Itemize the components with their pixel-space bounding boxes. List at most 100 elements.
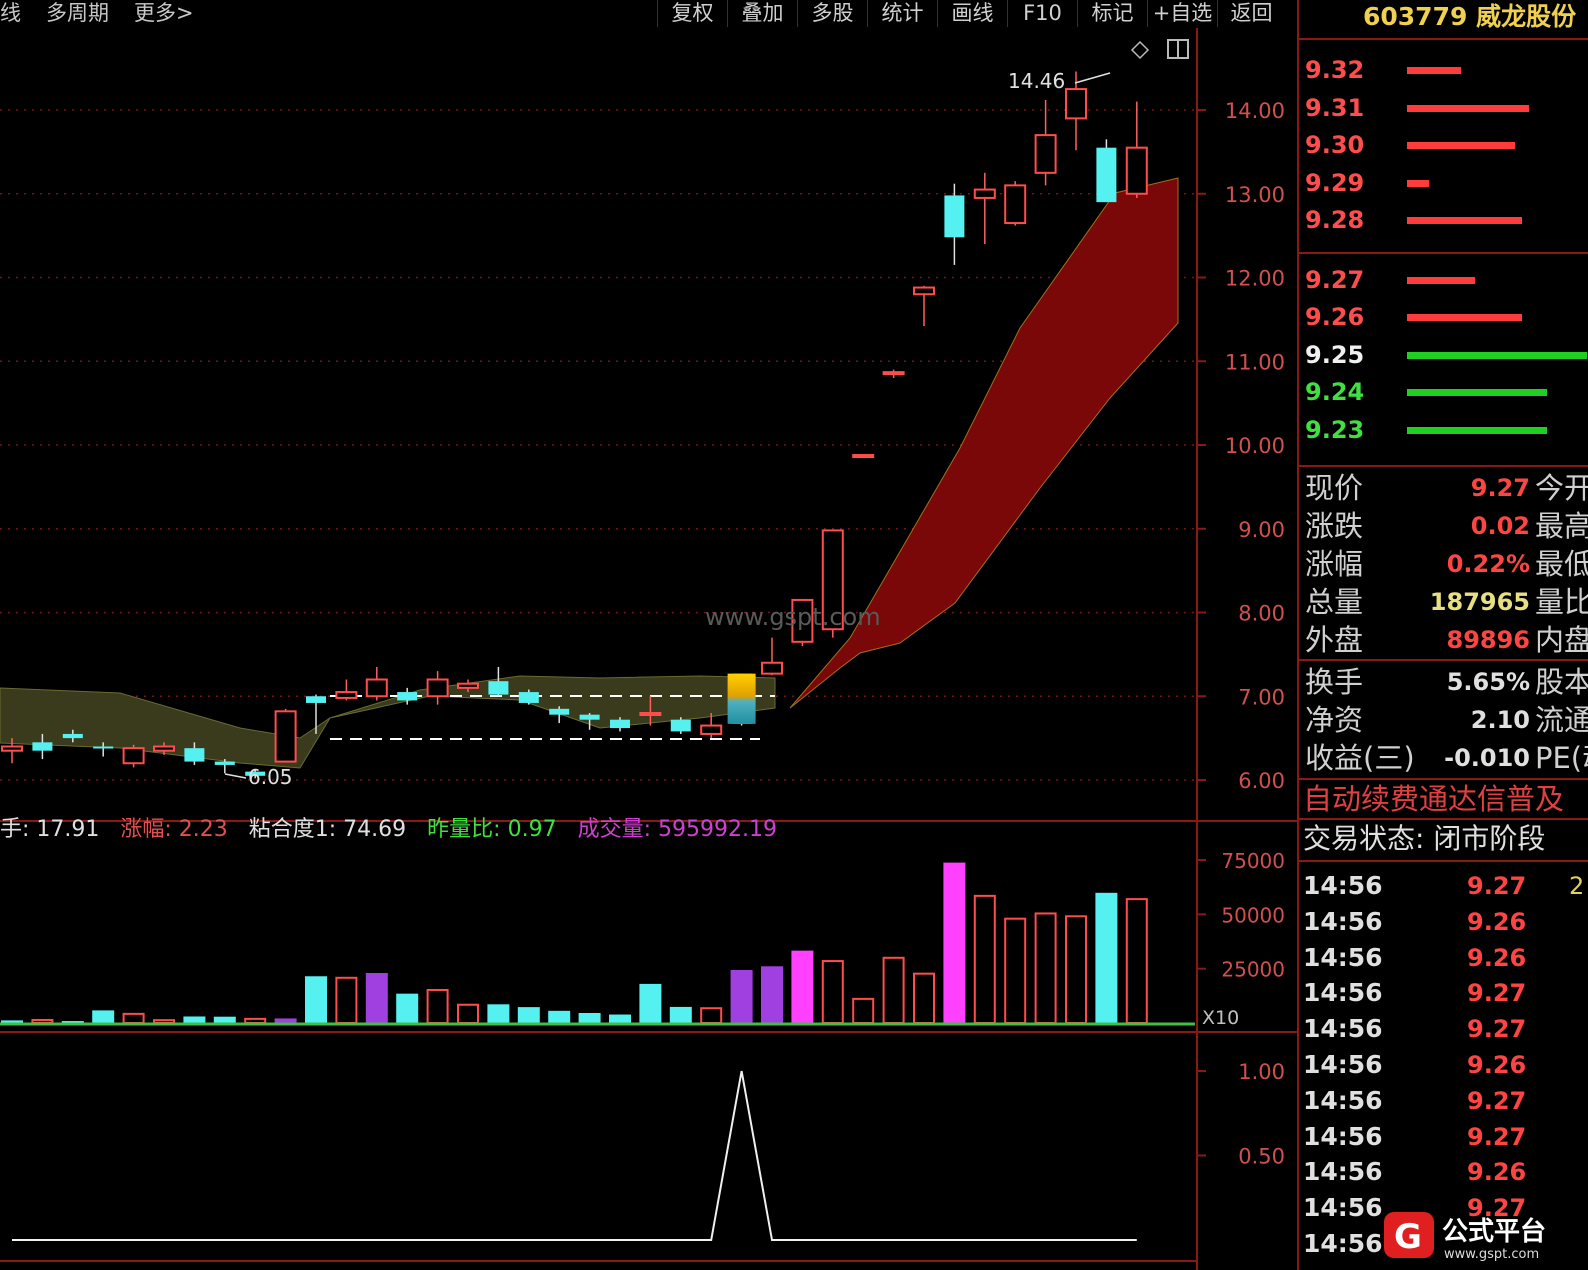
quote-row: 收益(三) -0.010PE(动)	[1299, 740, 1588, 777]
orderbook-row: 9.28	[1299, 202, 1588, 240]
candle-body	[306, 696, 326, 703]
volume-bar	[396, 993, 419, 1023]
orderbook-bar	[1407, 67, 1461, 74]
volume-bar	[882, 956, 905, 1024]
toolbar-item-line[interactable]: 线	[0, 0, 21, 26]
volume-bar	[1034, 912, 1057, 1024]
volume-bar	[669, 1006, 692, 1023]
price-axis-label: 12.00	[1225, 267, 1285, 291]
add-watchlist-button[interactable]: +自选	[1147, 0, 1217, 27]
orderbook-price: 9.27	[1305, 265, 1365, 294]
price-axis-label: 6.00	[1238, 769, 1285, 793]
volume-bar	[761, 966, 783, 1023]
tick-row: 14:56 9.26	[1299, 905, 1588, 941]
tick-row: 14:56 9.26	[1299, 941, 1588, 977]
draw-line-button[interactable]: 画线	[937, 0, 1007, 27]
candle-body	[122, 747, 145, 765]
tick-time: 14:56	[1303, 1229, 1383, 1258]
tick-row: 14:56 9.26	[1299, 1048, 1588, 1084]
candle-body	[610, 719, 630, 729]
orderbook-price: 9.26	[1305, 303, 1365, 331]
divider	[1299, 659, 1588, 661]
volume-bar	[700, 1007, 723, 1024]
quote-label-secondary: 股本	[1535, 665, 1588, 699]
candle-body	[457, 682, 479, 689]
candle-body	[1096, 147, 1117, 203]
candle-body	[397, 692, 418, 701]
volume-bar	[639, 983, 662, 1023]
candle-body	[1125, 146, 1148, 195]
statistics-button[interactable]: 统计	[867, 0, 937, 27]
indicator-volume-ratio: 昨量比: 0.97	[427, 817, 557, 842]
orderbook-price: 9.29	[1305, 168, 1365, 197]
back-button[interactable]: 返回	[1217, 0, 1285, 27]
orderbook-bar	[1407, 389, 1547, 396]
tick-price: 9.26	[1467, 1051, 1527, 1079]
svg-text:G: G	[1394, 1217, 1422, 1257]
stock-code: 603779	[1363, 2, 1468, 31]
orderbook-row: 9.31	[1299, 90, 1588, 128]
tick-time: 14:56	[1303, 1193, 1383, 1223]
candle-body	[214, 761, 235, 765]
orderbook-price: 9.31	[1305, 93, 1365, 122]
mark-button[interactable]: 标记	[1077, 0, 1147, 27]
orderbook-bar	[1407, 104, 1529, 112]
orderbook-price: 9.28	[1305, 206, 1365, 234]
quote-row: 现价 9.27 今开	[1299, 470, 1588, 507]
candle-body	[1004, 184, 1027, 225]
marquee-notice[interactable]: 自动续费通达信普及	[1303, 782, 1564, 816]
tick-time: 14:56	[1303, 906, 1383, 936]
toolbar-item-multi-period[interactable]: 多周期	[46, 0, 109, 26]
tick-time: 14:56	[1303, 1121, 1383, 1151]
orderbook-bar	[1407, 179, 1429, 187]
candle-body	[62, 733, 83, 739]
tick-time: 14:56	[1303, 978, 1383, 1008]
candle-body	[335, 691, 358, 699]
volume-bar	[365, 973, 388, 1023]
price-axis-label: 8.00	[1238, 602, 1285, 626]
quote-value: 187965	[1429, 588, 1530, 616]
orderbook-bar	[1407, 426, 1547, 434]
volume-bar	[730, 969, 753, 1023]
volume-bar	[487, 1004, 510, 1023]
tick-price: 9.26	[1467, 943, 1527, 972]
volume-bar	[821, 960, 844, 1024]
volume-bar	[122, 1012, 145, 1025]
volume-bar	[973, 894, 996, 1024]
tick-time: 14:56	[1303, 1014, 1383, 1044]
volume-bar	[517, 1007, 540, 1023]
candle-body	[32, 742, 53, 751]
toolbar-item-more[interactable]: 更多>	[134, 0, 194, 26]
volume-bar	[305, 976, 327, 1023]
quote-label: 净资	[1305, 703, 1364, 737]
candle-body	[670, 719, 691, 732]
fuquan-button[interactable]: 复权	[657, 0, 727, 27]
volume-bar	[943, 862, 966, 1023]
tick-time: 14:56	[1303, 1050, 1383, 1079]
volume-bar	[92, 1010, 115, 1023]
volume-bar	[609, 1014, 631, 1023]
orderbook-price: 9.23	[1305, 415, 1365, 444]
volume-bar	[578, 1013, 601, 1023]
candle-body	[913, 286, 935, 296]
quote-label-secondary: 今开	[1535, 471, 1588, 505]
f10-button[interactable]: F10	[1007, 0, 1077, 27]
divider	[1299, 818, 1588, 820]
quote-value: 2.10	[1470, 706, 1530, 734]
overlay-button[interactable]: 叠加	[727, 0, 797, 27]
orderbook-price: 9.24	[1305, 378, 1365, 406]
kline-chart[interactable]: 14.00 13.00 12.00 11.00 10.00 9.00 8.00 7.00 6.0…	[0, 28, 1297, 1270]
price-axis-label: 7.00	[1238, 685, 1285, 709]
tick-price: 9.27	[1467, 1015, 1527, 1044]
orderbook-row: 9.25	[1299, 337, 1588, 375]
candle-body	[518, 692, 539, 703]
candle-body	[153, 745, 175, 752]
stock-title: 603779 威龙股份	[1299, 0, 1588, 40]
divider	[1299, 252, 1588, 254]
high-annotation: 14.46	[1008, 69, 1065, 93]
osc-axis-label: 1.00	[1238, 1060, 1285, 1084]
quote-row: 换手 5.65% 股本	[1299, 664, 1588, 701]
quote-value: 0.22%	[1446, 550, 1530, 578]
multi-stock-button[interactable]: 多股	[797, 0, 867, 27]
signal-candle	[727, 673, 756, 724]
